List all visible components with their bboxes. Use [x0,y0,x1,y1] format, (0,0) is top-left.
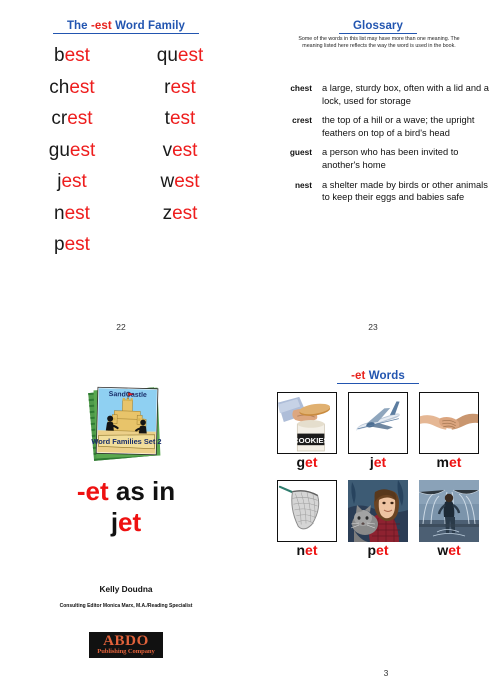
heading-accent: -et [351,370,366,382]
word-rime: et [448,542,461,558]
cover-author: Kelly Doudna [99,584,153,594]
fishing-net-photo [277,480,337,542]
cover-title-line-2: jet [8,507,244,538]
page-3-et-words: -et Words COOKIES get jet met net pet we… [252,0,504,698]
fountain-illustration [419,480,479,542]
cover-title-accent: et [85,476,109,506]
word-rime: et [376,542,389,558]
word-rime: et [373,454,387,470]
hand-in-cookie-jar-photo: COOKIES [277,392,337,454]
child-in-fountain-photo [419,480,479,542]
cover-word-onset: j [110,507,119,537]
sandcastle-logo-icon: Word Families Set 2 SandCastle [88,386,162,461]
svg-text:COOKIES: COOKIES [293,436,329,445]
airplane-photo [348,392,408,454]
picture-cell: net [276,480,338,558]
spread-bottom: Word Families Set 2 SandCastle -et as in… [0,348,504,698]
picture-cell: pet [347,480,409,558]
cookie-jar-illustration: COOKIES [278,393,336,453]
airplane-illustration [349,393,407,453]
picture-caption: net [276,542,338,558]
word-onset: m [436,454,449,470]
cover-title: -et as in jet [8,476,244,538]
picture-caption: met [418,454,480,470]
picture-caption: pet [347,542,409,558]
handshake-illustration [420,393,478,453]
picture-caption: wet [418,542,480,558]
cover-editor-credit: Consulting Editor Monica Marx, M.A./Read… [59,603,193,609]
page-book-cover: Word Families Set 2 SandCastle -et as in… [0,0,252,698]
word-rime: et [449,454,462,470]
picture-cell: wet [418,480,480,558]
abdo-logo-tagline: Publishing Company [97,648,155,655]
heading-text-after: Words [365,370,405,382]
picture-caption: jet [347,454,409,470]
sandcastle-set-banner-text: Word Families Set 2 [91,437,161,446]
picture-cell: jet [347,392,409,470]
et-words-heading: -et Words [252,370,504,384]
cover-title-line-1: -et as in [8,476,244,507]
cover-title-hyphen: - [76,476,86,506]
folio-page-3: 3 [383,668,389,678]
word-rime: et [305,454,318,470]
et-words-grid: COOKIES get jet met net pet wet [276,392,480,568]
abdo-logo-name: ABDO [103,633,149,649]
cover-word-rime: et [118,507,142,537]
word-onset: w [437,542,449,558]
fishing-net-illustration [278,481,336,541]
picture-caption: get [276,454,338,470]
word-onset: p [367,542,377,558]
cover-title-rest: as in [108,476,176,506]
word-rime: et [305,542,318,558]
handshake-photo [419,392,479,454]
abdo-publisher-logo: ABDO Publishing Company [89,632,163,658]
word-onset: g [296,454,306,470]
sandcastle-brand-text: SandCastle [109,391,147,399]
picture-cell: COOKIES get [276,392,338,470]
girl-with-cat-illustration [348,480,408,542]
girl-with-cat-photo [348,480,408,542]
sandcastle-series-logo: Word Families Set 2 SandCastle [86,384,166,464]
book-spread-sheet: The -est Word Family best chest crest gu… [0,0,504,698]
picture-cell: met [418,392,480,470]
word-onset: n [296,542,306,558]
